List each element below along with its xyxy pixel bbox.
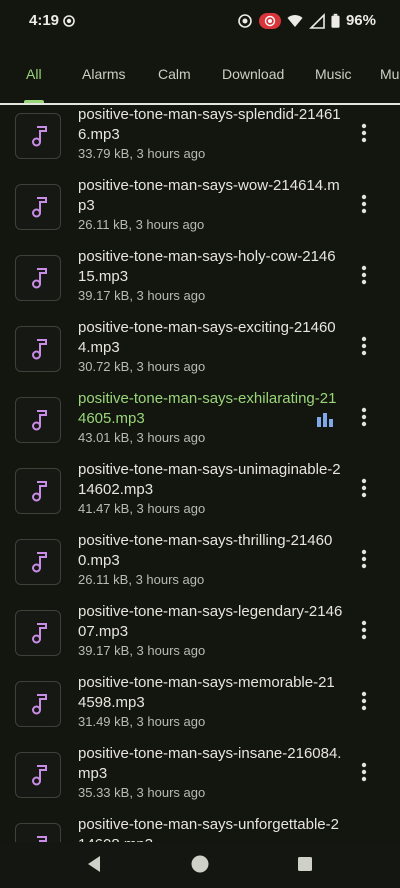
file-thumbnail [15, 610, 61, 656]
wifi-icon [287, 14, 303, 27]
more-options-button[interactable] [356, 760, 374, 784]
more-vert-icon [361, 762, 367, 782]
status-bar: 4:19 96% [0, 0, 400, 44]
list-item[interactable]: positive-tone-man-says-unforgettable-214… [0, 815, 400, 842]
tab-download[interactable]: Download [222, 66, 284, 82]
music-note-icon [32, 552, 47, 573]
music-note-icon [32, 623, 47, 644]
list-item[interactable]: positive-tone-man-says-wow-214614.mp3 26… [0, 176, 400, 247]
tab-alarms[interactable]: Alarms [82, 66, 126, 82]
music-note-icon [37, 836, 47, 842]
list-item[interactable]: positive-tone-man-says-splendid-214616.m… [0, 105, 400, 176]
file-title: positive-tone-man-says-thrilling-214600.… [78, 532, 333, 569]
file-thumbnail [15, 255, 61, 301]
file-meta: 41.47 kB, 3 hours ago [78, 501, 206, 516]
file-meta: 35.33 kB, 3 hours ago [78, 785, 206, 800]
back-button[interactable] [85, 854, 105, 874]
file-title: positive-tone-man-says-memorable-214598.… [78, 674, 335, 711]
more-options-button[interactable] [356, 689, 374, 713]
file-thumbnail [15, 539, 61, 585]
file-title: positive-tone-man-says-insane-216084.mp3 [78, 745, 342, 782]
file-list[interactable]: positive-tone-man-says-splendid-214616.m… [0, 105, 400, 842]
file-title: positive-tone-man-says-unimaginable-2146… [78, 461, 341, 498]
list-item[interactable]: positive-tone-man-says-memorable-214598.… [0, 673, 400, 744]
category-tabs: All Alarms Calm Download Music Mu [0, 44, 400, 106]
file-meta: 26.11 kB, 3 hours ago [78, 217, 205, 232]
list-item[interactable]: positive-tone-man-says-holy-cow-214615.m… [0, 247, 400, 318]
music-note-icon [32, 268, 47, 289]
file-title: positive-tone-man-says-wow-214614.mp3 [78, 177, 340, 214]
file-meta: 26.11 kB, 3 hours ago [78, 572, 205, 587]
more-options-button[interactable] [356, 618, 374, 642]
music-note-icon [32, 765, 47, 786]
tab-more[interactable]: Mu [380, 66, 399, 82]
signal-icon [309, 12, 325, 29]
battery-level: 96% [345, 12, 376, 29]
system-nav-bar [0, 842, 400, 888]
home-button[interactable] [190, 854, 210, 874]
list-item-playing[interactable]: positive-tone-man-says-exhilarating-2146… [0, 389, 400, 460]
file-title: positive-tone-man-says-exciting-214604.m… [78, 319, 336, 356]
music-note-icon [32, 197, 47, 218]
file-title: positive-tone-man-says-exhilarating-2146… [78, 390, 337, 427]
list-item[interactable]: positive-tone-man-says-exciting-214604.m… [0, 318, 400, 389]
equalizer-icon [317, 413, 333, 427]
more-vert-icon [361, 194, 367, 214]
status-icons: 96% [237, 12, 376, 29]
more-options-button[interactable] [356, 334, 374, 358]
file-title: positive-tone-man-says-splendid-214616.m… [78, 106, 341, 143]
file-thumbnail [15, 681, 61, 727]
tab-all[interactable]: All [26, 66, 42, 82]
more-options-button[interactable] [356, 121, 374, 145]
tab-music[interactable]: Music [315, 66, 352, 82]
more-vert-icon [361, 265, 367, 285]
more-options-button[interactable] [356, 263, 374, 287]
list-item[interactable]: positive-tone-man-says-unimaginable-2146… [0, 460, 400, 531]
more-options-button[interactable] [356, 405, 374, 429]
music-note-icon [32, 126, 47, 147]
more-options-button[interactable] [356, 476, 374, 500]
file-thumbnail [15, 184, 61, 230]
tab-calm[interactable]: Calm [158, 66, 191, 82]
more-vert-icon [361, 336, 367, 356]
record-status-icon [63, 15, 75, 27]
file-title: positive-tone-man-says-legendary-214607.… [78, 603, 343, 640]
file-meta: 39.17 kB, 3 hours ago [78, 288, 206, 303]
more-options-button[interactable] [356, 192, 374, 216]
music-note-icon [32, 694, 47, 715]
more-vert-icon [361, 620, 367, 640]
music-note-icon [32, 339, 47, 360]
file-title: positive-tone-man-says-holy-cow-214615.m… [78, 248, 336, 285]
file-thumbnail [15, 113, 61, 159]
file-meta: 30.72 kB, 3 hours ago [78, 359, 206, 374]
file-thumbnail [15, 823, 61, 842]
more-vert-icon [361, 123, 367, 143]
status-time: 4:19 [29, 12, 60, 29]
list-item[interactable]: positive-tone-man-says-legendary-214607.… [0, 602, 400, 673]
music-note-icon [32, 410, 47, 431]
file-thumbnail [15, 397, 61, 443]
music-note-icon [32, 481, 47, 502]
target-status-icon [238, 13, 252, 28]
more-vert-icon [361, 407, 367, 427]
file-thumbnail [15, 326, 61, 372]
list-item[interactable]: positive-tone-man-says-insane-216084.mp3… [0, 744, 400, 815]
more-vert-icon [361, 691, 367, 711]
file-thumbnail [15, 468, 61, 514]
recents-button[interactable] [295, 854, 315, 874]
more-vert-icon [361, 478, 367, 498]
file-meta: 43.01 kB, 3 hours ago [78, 430, 206, 445]
file-meta: 31.49 kB, 3 hours ago [78, 714, 206, 729]
file-thumbnail [15, 752, 61, 798]
file-meta: 39.17 kB, 3 hours ago [78, 643, 206, 658]
file-meta: 33.79 kB, 3 hours ago [78, 146, 206, 161]
file-title: positive-tone-man-says-unforgettable-214… [78, 816, 339, 842]
screen-record-icon [258, 12, 281, 29]
battery-icon [331, 13, 340, 28]
more-options-button[interactable] [356, 547, 374, 571]
list-item[interactable]: positive-tone-man-says-thrilling-214600.… [0, 531, 400, 602]
more-vert-icon [361, 549, 367, 569]
